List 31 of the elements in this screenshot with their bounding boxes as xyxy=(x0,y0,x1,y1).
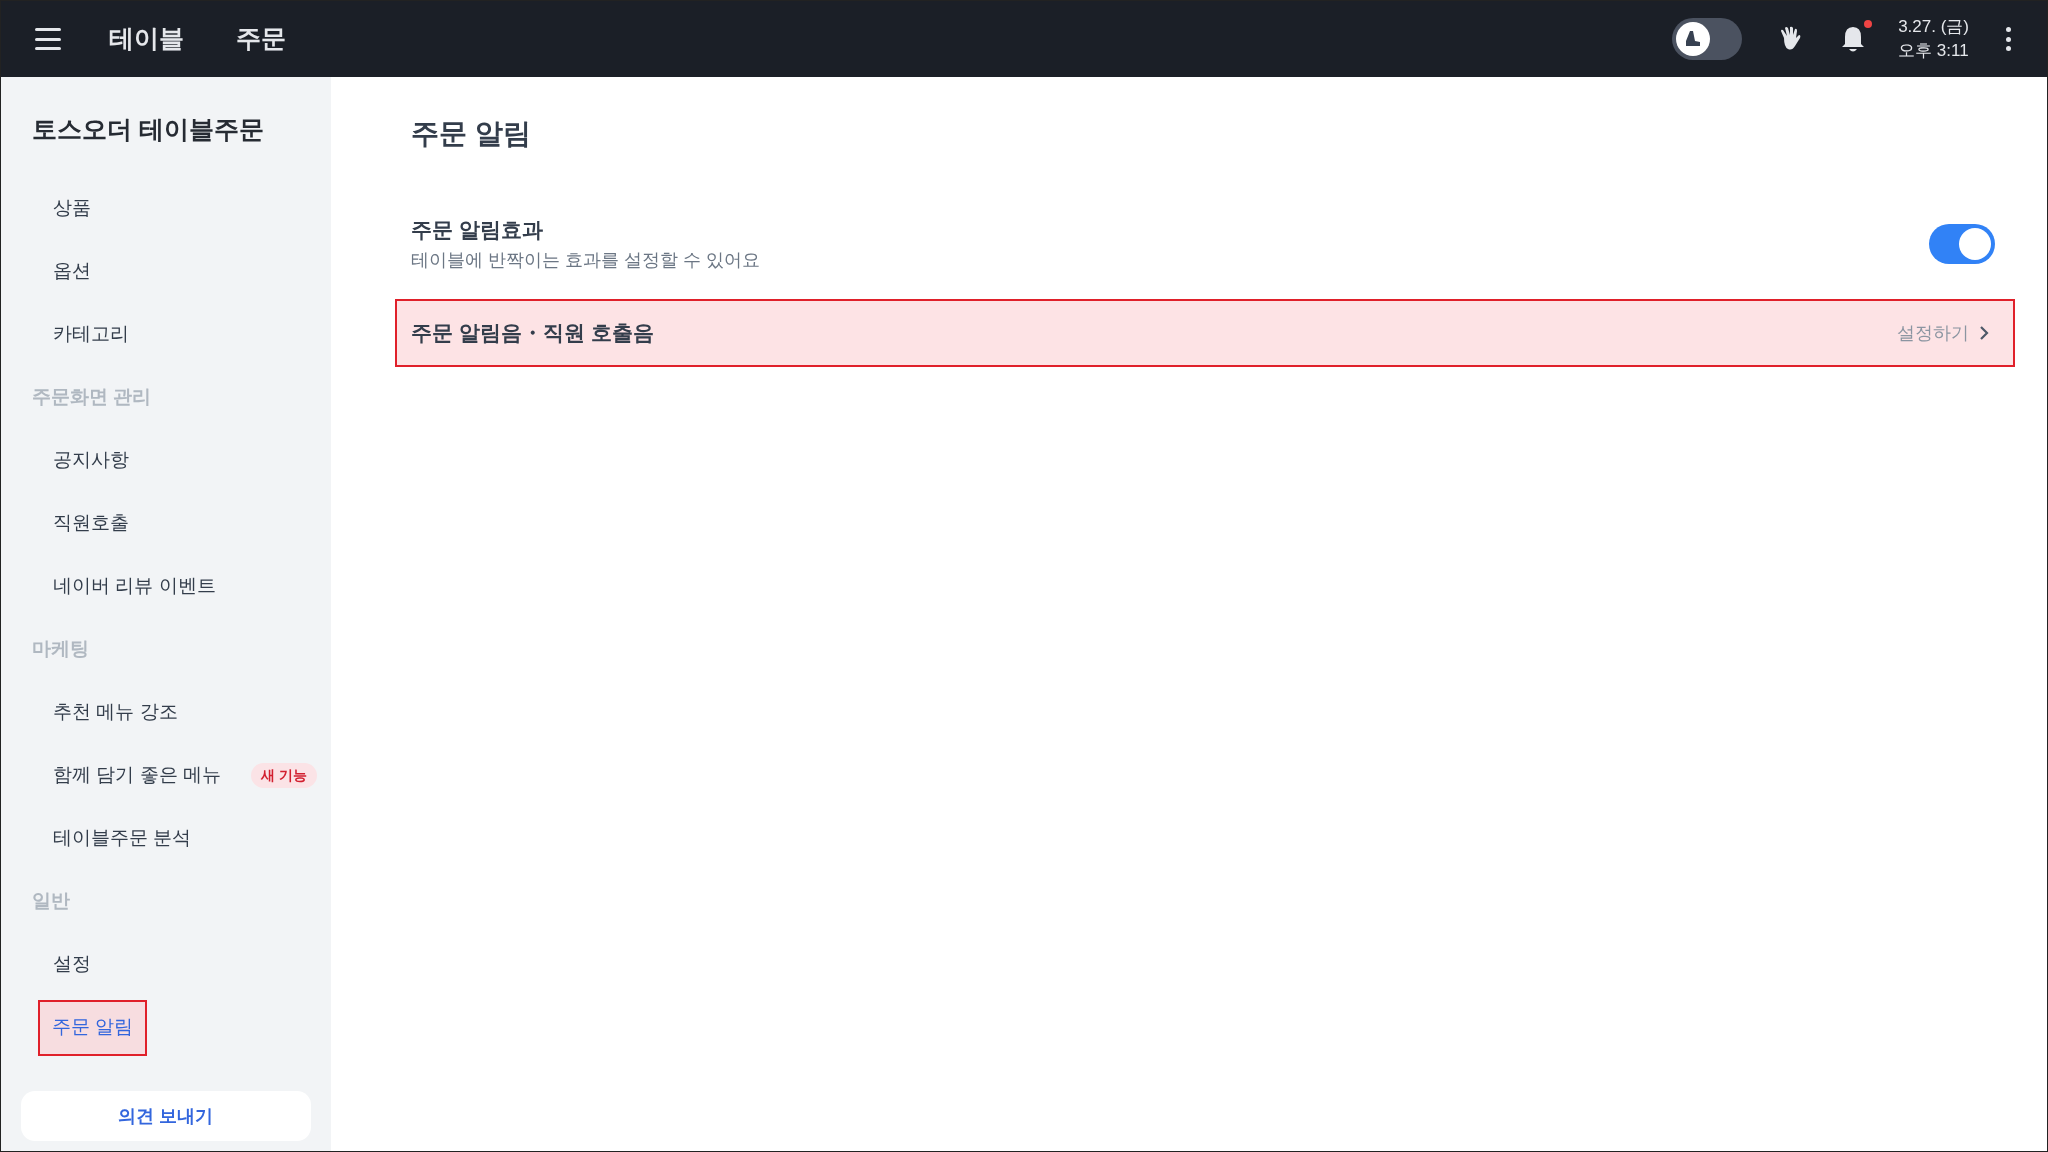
menu-icon[interactable] xyxy=(35,28,61,50)
nav-tab[interactable]: 테이블 xyxy=(109,20,184,58)
setting-label: 주문 알림음・직원 호출음 xyxy=(411,320,655,347)
action-text: 설정하기 xyxy=(1897,321,1969,345)
sidebar-item[interactable]: 직원호출 xyxy=(41,497,141,550)
sidebar-item[interactable]: 설정 xyxy=(41,938,103,991)
sidebar-item[interactable]: 옵션 xyxy=(41,245,103,298)
sidebar-item[interactable]: 상품 xyxy=(41,182,103,235)
chevron-icon xyxy=(1979,325,1989,341)
sidebar-item[interactable]: 함께 담기 좋은 메뉴 xyxy=(41,749,233,802)
sidebar-item[interactable]: 네이버 리뷰 이벤트 xyxy=(41,560,228,613)
date-text: 3.27. (금) xyxy=(1898,16,1969,38)
sidebar-item[interactable]: 테이블주문 분석 xyxy=(41,812,204,865)
setting-label: 주문 알림효과 xyxy=(411,216,544,243)
new-badge: 새 기능 xyxy=(250,763,317,788)
nav-tab[interactable]: 주문 xyxy=(236,20,286,58)
mode-toggle[interactable] xyxy=(1672,18,1743,60)
sidebar-title: 토스오더 테이블주문 xyxy=(32,114,265,145)
time-text: 오후 3:11 xyxy=(1898,40,1969,62)
setting-row[interactable]: 주문 알림음・직원 호출음 설정하기 xyxy=(397,301,2013,365)
page-title: 주문 알림 xyxy=(411,117,532,151)
sidebar-item[interactable]: 공지사항 xyxy=(41,434,141,487)
sidebar-item[interactable]: 주문 알림 xyxy=(40,1001,146,1054)
section-label: 주문화면 관리 xyxy=(31,385,153,410)
sidebar-item[interactable]: 추천 메뉴 강조 xyxy=(41,686,190,739)
feedback-button[interactable]: 의견 보내기 xyxy=(21,1091,311,1141)
section-label: 일반 xyxy=(31,889,71,914)
toggle-switch[interactable] xyxy=(1929,224,1995,264)
section-label: 마케팅 xyxy=(31,637,90,662)
setting-description: 테이블에 반짝이는 효과를 설정할 수 있어요 xyxy=(411,249,761,273)
sidebar-item[interactable]: 카테고리 xyxy=(41,308,141,361)
